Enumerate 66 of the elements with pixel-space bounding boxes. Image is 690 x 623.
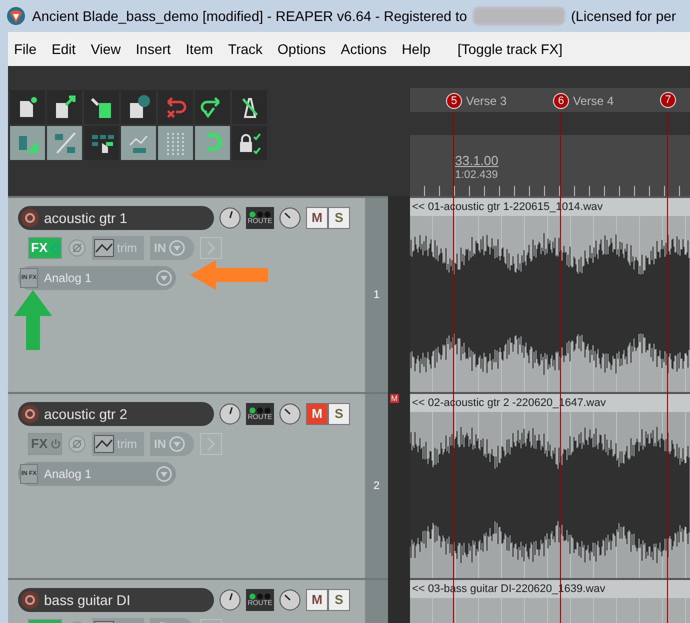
mute-button[interactable]: M (306, 403, 328, 425)
track-name-field[interactable]: bass guitar DI (18, 588, 214, 612)
record-arm-icon[interactable] (20, 404, 40, 424)
toolbar-button[interactable] (84, 90, 119, 124)
menu-item[interactable]: View (90, 38, 121, 60)
marker-number[interactable]: 6 (553, 93, 569, 109)
menu-item[interactable]: Help (402, 38, 430, 60)
knob-icon[interactable] (279, 207, 301, 229)
track-number: 2 (373, 478, 380, 494)
mute-button[interactable]: M (306, 207, 328, 229)
record-arm-icon[interactable] (20, 590, 40, 610)
menu-item[interactable]: Item (186, 38, 214, 60)
knob-icon[interactable] (279, 589, 301, 611)
toolbar-button[interactable] (195, 90, 230, 124)
marker-number[interactable]: 7 (660, 92, 676, 108)
window-title: Ancient Blade_bass_demo [modified] - REAPER v6.64 - Registered to (32, 6, 468, 26)
solo-button[interactable]: S (328, 403, 350, 425)
menu-item[interactable]: Options (278, 38, 326, 60)
track-name: bass guitar DI (44, 590, 130, 610)
annotation-arrow (14, 290, 52, 350)
meter-lights-icon (249, 592, 271, 600)
toolbar-button[interactable] (47, 90, 82, 124)
input-name: Analog 1 (44, 466, 92, 483)
knob-icon[interactable] (279, 403, 301, 425)
meter-lights-icon (249, 406, 271, 414)
track-name-field[interactable]: acoustic gtr 2 (18, 402, 214, 426)
meter-lights-icon (249, 210, 271, 218)
menu-item[interactable]: Track (228, 38, 263, 60)
track-name: acoustic gtr 1 (44, 208, 128, 228)
position-beats: 33.1.00 (455, 153, 498, 168)
solo-button[interactable]: S (328, 207, 350, 229)
envelope-icon (94, 435, 114, 453)
marker-number[interactable]: 5 (446, 93, 462, 109)
toolbar-button[interactable] (84, 126, 119, 160)
window-title-tail: (Licensed for per (571, 6, 676, 26)
dropdown-icon (156, 466, 172, 482)
app-logo-icon (6, 6, 26, 26)
toolbar-button[interactable] (10, 90, 45, 124)
menu-item[interactable]: Insert (136, 38, 171, 60)
menu-item[interactable]: Actions (340, 38, 387, 60)
mute-button[interactable]: M (306, 589, 328, 611)
solo-button[interactable]: S (328, 589, 350, 611)
marker-name: Verse 3 (466, 93, 507, 110)
envelope-icon (94, 239, 114, 257)
menu-item[interactable]: File (14, 38, 37, 60)
knob-icon[interactable] (219, 589, 241, 611)
marker-name: Verse 4 (573, 93, 614, 110)
toolbar-button[interactable] (121, 90, 156, 124)
track-number: 1 (373, 288, 380, 303)
menu-item[interactable]: [Toggle track FX] (457, 38, 563, 60)
dropdown-icon (169, 436, 185, 452)
menu-item[interactable]: Edit (52, 38, 76, 60)
input-name: Analog 1 (44, 270, 92, 287)
knob-icon[interactable] (219, 207, 241, 229)
record-arm-icon[interactable] (20, 208, 40, 228)
track-name: acoustic gtr 2 (44, 404, 128, 424)
power-icon (50, 242, 61, 254)
mute-indicator: M (390, 394, 399, 403)
toolbar-button[interactable] (232, 90, 267, 124)
toolbar-button[interactable] (232, 126, 267, 160)
position-time: 1:02.439 (455, 168, 498, 182)
knob-icon[interactable] (219, 403, 241, 425)
power-icon (50, 438, 61, 450)
track-name-field[interactable]: acoustic gtr 1 (18, 206, 214, 230)
dropdown-icon (156, 270, 172, 286)
dropdown-icon (169, 240, 185, 256)
